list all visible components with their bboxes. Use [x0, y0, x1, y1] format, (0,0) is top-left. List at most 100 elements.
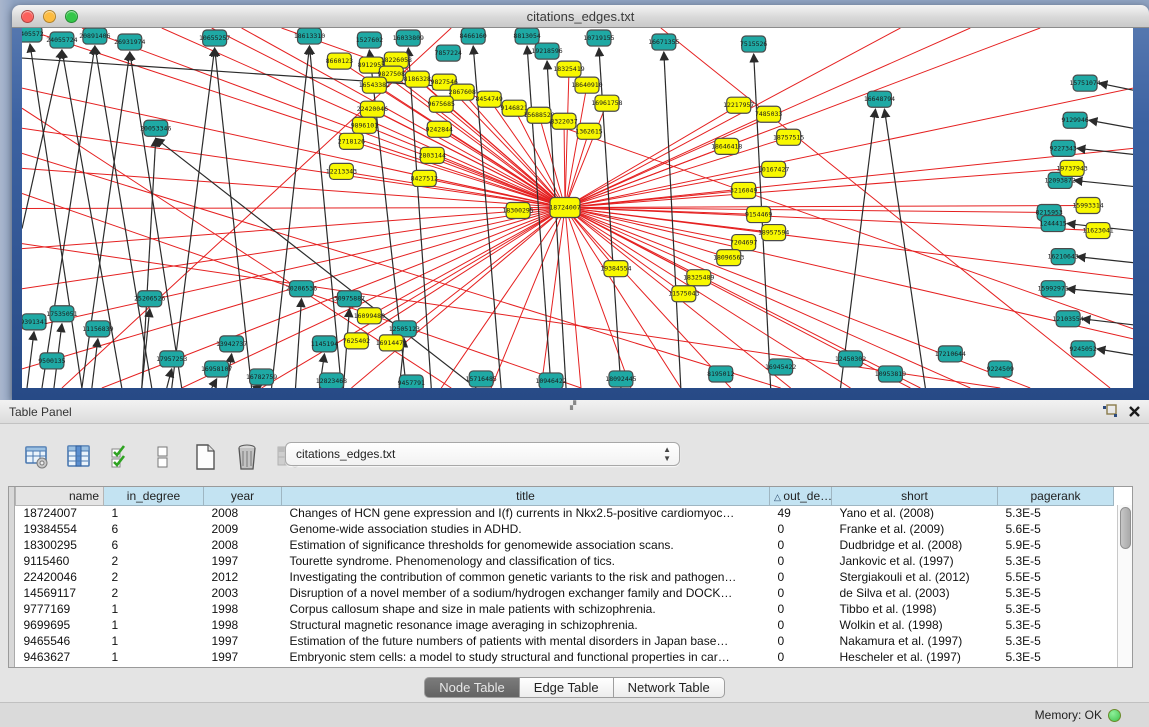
table-cell[interactable]: 0 — [770, 553, 832, 569]
table-cell[interactable]: 9463627 — [16, 649, 104, 665]
table-cell[interactable]: 14569117 — [16, 585, 104, 601]
table-cell[interactable]: 5.3E-5 — [998, 601, 1114, 617]
table-cell[interactable]: 5.9E-5 — [998, 537, 1114, 553]
table-cell[interactable]: 18724007 — [16, 505, 104, 521]
tab-node-table[interactable]: Node Table — [424, 677, 520, 698]
table-cell[interactable]: 1 — [104, 633, 204, 649]
table-header-row[interactable]: namein_degreeyeartitle△ out_de…shortpage… — [16, 487, 1114, 505]
delete-table-icon[interactable] — [232, 442, 262, 472]
table-cell[interactable]: 5.5E-5 — [998, 569, 1114, 585]
close-panel-icon[interactable] — [1128, 405, 1141, 418]
table-cell[interactable]: 1997 — [204, 649, 282, 665]
table-cell[interactable]: 9115460 — [16, 553, 104, 569]
table-row[interactable]: 977716911998Corpus callosum shape and si… — [16, 601, 1114, 617]
new-table-icon[interactable] — [190, 442, 220, 472]
table-cell[interactable]: Changes of HCN gene expression and I(f) … — [282, 505, 770, 521]
table-settings-icon[interactable] — [22, 442, 52, 472]
table-cell[interactable]: 5.3E-5 — [998, 649, 1114, 665]
column-header-pagerank[interactable]: pagerank — [998, 487, 1114, 505]
table-cell[interactable]: 2 — [104, 569, 204, 585]
column-header-year[interactable]: year — [204, 487, 282, 505]
table-cell[interactable]: 18300295 — [16, 537, 104, 553]
column-chooser-icon[interactable] — [64, 442, 94, 472]
table-cell[interactable]: Disruption of a novel member of a sodium… — [282, 585, 770, 601]
table-cell[interactable]: Nakamura et al. (1997) — [832, 633, 998, 649]
column-header-indegree[interactable]: in_degree — [104, 487, 204, 505]
float-panel-icon[interactable] — [1102, 404, 1118, 419]
table-cell[interactable]: Tourette syndrome. Phenomenology and cla… — [282, 553, 770, 569]
table-cell[interactable]: 0 — [770, 649, 832, 665]
table-cell[interactable]: 1 — [104, 649, 204, 665]
table-row[interactable]: 1456911722003Disruption of a novel membe… — [16, 585, 1114, 601]
table-selector-dropdown[interactable]: citations_edges.txt ▲▼ — [285, 442, 680, 466]
table-cell[interactable]: 5.6E-5 — [998, 521, 1114, 537]
column-header-short[interactable]: short — [832, 487, 998, 505]
table-cell[interactable]: Yano et al. (2008) — [832, 505, 998, 521]
table-cell[interactable]: Jankovic et al. (1997) — [832, 553, 998, 569]
table-cell[interactable]: 5.3E-5 — [998, 553, 1114, 569]
table-cell[interactable]: 2008 — [204, 505, 282, 521]
table-cell[interactable]: 1 — [104, 617, 204, 633]
memory-status-icon[interactable] — [1108, 709, 1121, 722]
table-cell[interactable]: Stergiakouli et al. (2012) — [832, 569, 998, 585]
table-row[interactable]: 1938455462009Genome-wide association stu… — [16, 521, 1114, 537]
table-row[interactable]: 946554611997Estimation of the future num… — [16, 633, 1114, 649]
table-cell[interactable]: Embryonic stem cells: a model to study s… — [282, 649, 770, 665]
column-header-outde[interactable]: △ out_de… — [770, 487, 832, 505]
table-cell[interactable]: 2012 — [204, 569, 282, 585]
table-cell[interactable]: 5.3E-5 — [998, 505, 1114, 521]
table-cell[interactable]: Estimation of significance thresholds fo… — [282, 537, 770, 553]
table-cell[interactable]: 0 — [770, 617, 832, 633]
table-cell[interactable]: 2008 — [204, 537, 282, 553]
table-cell[interactable]: 0 — [770, 569, 832, 585]
table-cell[interactable]: 1998 — [204, 601, 282, 617]
table-row[interactable]: 1872400712008Changes of HCN gene express… — [16, 505, 1114, 521]
table-cell[interactable]: 5.3E-5 — [998, 617, 1114, 633]
table-cell[interactable]: 0 — [770, 585, 832, 601]
network-window-titlebar[interactable]: citations_edges.txt — [12, 5, 1149, 28]
table-cell[interactable]: Wolkin et al. (1998) — [832, 617, 998, 633]
table-cell[interactable]: 2 — [104, 585, 204, 601]
table-cell[interactable]: Franke et al. (2009) — [832, 521, 998, 537]
table-cell[interactable]: 2003 — [204, 585, 282, 601]
table-cell[interactable]: 9465546 — [16, 633, 104, 649]
column-header-title[interactable]: title — [282, 487, 770, 505]
table-cell[interactable]: Estimation of the future numbers of pati… — [282, 633, 770, 649]
table-cell[interactable]: 0 — [770, 633, 832, 649]
table-cell[interactable]: 1997 — [204, 553, 282, 569]
table-cell[interactable]: 49 — [770, 505, 832, 521]
table-cell[interactable]: 5.3E-5 — [998, 633, 1114, 649]
node-table[interactable]: namein_degreeyeartitle△ out_de…shortpage… — [8, 486, 1133, 668]
table-row[interactable]: 2242004622012Investigating the contribut… — [16, 569, 1114, 585]
table-cell[interactable]: 2 — [104, 553, 204, 569]
table-cell[interactable]: de Silva et al. (2003) — [832, 585, 998, 601]
table-cell[interactable]: 0 — [770, 537, 832, 553]
table-cell[interactable]: 0 — [770, 521, 832, 537]
table-cell[interactable]: Genome-wide association studies in ADHD. — [282, 521, 770, 537]
column-header-name[interactable]: name — [16, 487, 104, 505]
network-canvas[interactable]: 2405572240557242089140626931974106552571… — [22, 28, 1133, 388]
table-cell[interactable]: 22420046 — [16, 569, 104, 585]
table-cell[interactable]: 6 — [104, 521, 204, 537]
panel-splitter-grip[interactable]: ▞ — [570, 401, 576, 410]
table-row[interactable]: 969969511998Structural magnetic resonanc… — [16, 617, 1114, 633]
scrollbar-thumb[interactable] — [1120, 507, 1131, 549]
table-cell[interactable]: 9699695 — [16, 617, 104, 633]
table-cell[interactable]: 6 — [104, 537, 204, 553]
table-cell[interactable]: 1 — [104, 601, 204, 617]
table-cell[interactable]: 5.3E-5 — [998, 585, 1114, 601]
table-cell[interactable]: 1997 — [204, 633, 282, 649]
select-all-icon[interactable] — [106, 442, 136, 472]
table-row[interactable]: 911546021997Tourette syndrome. Phenomeno… — [16, 553, 1114, 569]
deselect-all-icon[interactable] — [148, 442, 178, 472]
tab-network-table[interactable]: Network Table — [614, 677, 725, 698]
table-cell[interactable]: 1 — [104, 505, 204, 521]
table-cell[interactable]: 19384554 — [16, 521, 104, 537]
citation-network-graph[interactable]: 2405572240557242089140626931974106552571… — [22, 28, 1133, 388]
table-cell[interactable]: 0 — [770, 601, 832, 617]
table-cell[interactable]: Structural magnetic resonance image aver… — [282, 617, 770, 633]
tab-edge-table[interactable]: Edge Table — [520, 677, 614, 698]
table-cell[interactable]: Hescheler et al. (1997) — [832, 649, 998, 665]
table-cell[interactable]: 2009 — [204, 521, 282, 537]
table-cell[interactable]: 1998 — [204, 617, 282, 633]
